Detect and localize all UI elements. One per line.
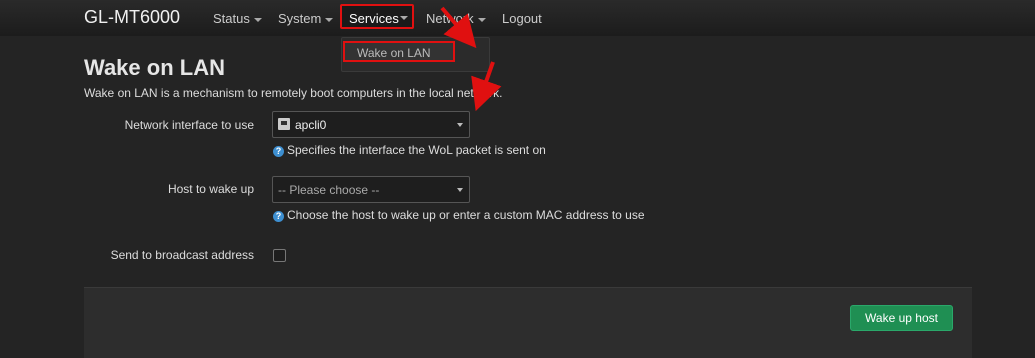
dropdown-item-wake-on-lan[interactable]: Wake on LAN	[343, 41, 455, 62]
top-navbar: GL-MT6000 Status System Services Network…	[0, 0, 1035, 36]
nav-system[interactable]: System	[278, 11, 334, 26]
chevron-down-icon	[477, 17, 486, 22]
interface-hint: ? Specifies the interface the WoL packet …	[273, 143, 546, 157]
page-description: Wake on LAN is a mechanism to remotely b…	[84, 86, 503, 100]
broadcast-checkbox[interactable]	[273, 249, 286, 262]
brand-title[interactable]: GL-MT6000	[84, 7, 180, 28]
chevron-down-icon	[457, 123, 463, 127]
nav-status[interactable]: Status	[213, 11, 262, 26]
interface-label: Network interface to use	[124, 118, 254, 132]
page-title: Wake on LAN	[84, 55, 225, 80]
services-dropdown: Wake on LAN	[341, 37, 490, 72]
host-label: Host to wake up	[167, 182, 254, 196]
chevron-down-icon	[400, 16, 408, 20]
network-interface-icon	[278, 118, 290, 130]
chevron-down-icon	[325, 17, 334, 22]
interface-value: apcli0	[295, 118, 327, 132]
interface-select[interactable]: apcli0	[272, 111, 470, 138]
form-actions-bar	[84, 287, 972, 358]
nav-network[interactable]: Network	[426, 11, 486, 26]
host-hint-text: Choose the host to wake up or enter a cu…	[287, 208, 645, 222]
help-icon: ?	[273, 211, 284, 222]
host-placeholder: -- Please choose --	[278, 183, 380, 197]
wake-up-host-button[interactable]: Wake up host	[850, 305, 953, 331]
nav-status-label: Status	[213, 11, 250, 26]
nav-services-label: Services	[349, 11, 399, 26]
chevron-down-icon	[457, 188, 463, 192]
nav-logout[interactable]: Logout	[502, 11, 542, 26]
host-select[interactable]: -- Please choose --	[272, 176, 470, 203]
nav-system-label: System	[278, 11, 322, 26]
help-icon: ?	[273, 146, 284, 157]
chevron-down-icon	[253, 17, 262, 22]
broadcast-label: Send to broadcast address	[110, 248, 254, 262]
nav-services[interactable]: Services	[340, 4, 414, 29]
host-hint: ? Choose the host to wake up or enter a c…	[273, 208, 645, 222]
interface-hint-text: Specifies the interface the WoL packet i…	[287, 143, 546, 157]
nav-logout-label: Logout	[502, 11, 542, 26]
nav-network-label: Network	[426, 11, 474, 26]
